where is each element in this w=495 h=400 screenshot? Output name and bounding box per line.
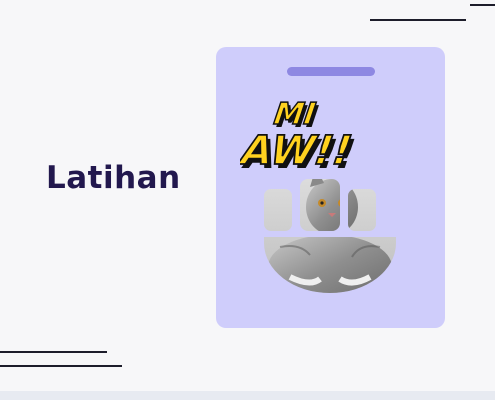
top-right-line-short — [470, 4, 495, 6]
bottom-strip — [0, 391, 495, 400]
bottom-left-line-upper — [0, 351, 107, 353]
sticker-title: MI MI AW!! AW!! — [240, 96, 358, 175]
top-right-line-long — [370, 19, 466, 21]
bottom-left-line-lower — [0, 365, 122, 367]
page-title: Latihan — [46, 160, 181, 196]
sticker-card: MI MI AW!! AW!! — [216, 47, 445, 328]
card-handle-bar — [287, 67, 375, 76]
sticker-line-2: AW!! — [240, 128, 355, 174]
sticker-line-1: MI — [272, 97, 318, 132]
slide: Latihan MI MI AW!! AW!! — [0, 0, 495, 400]
